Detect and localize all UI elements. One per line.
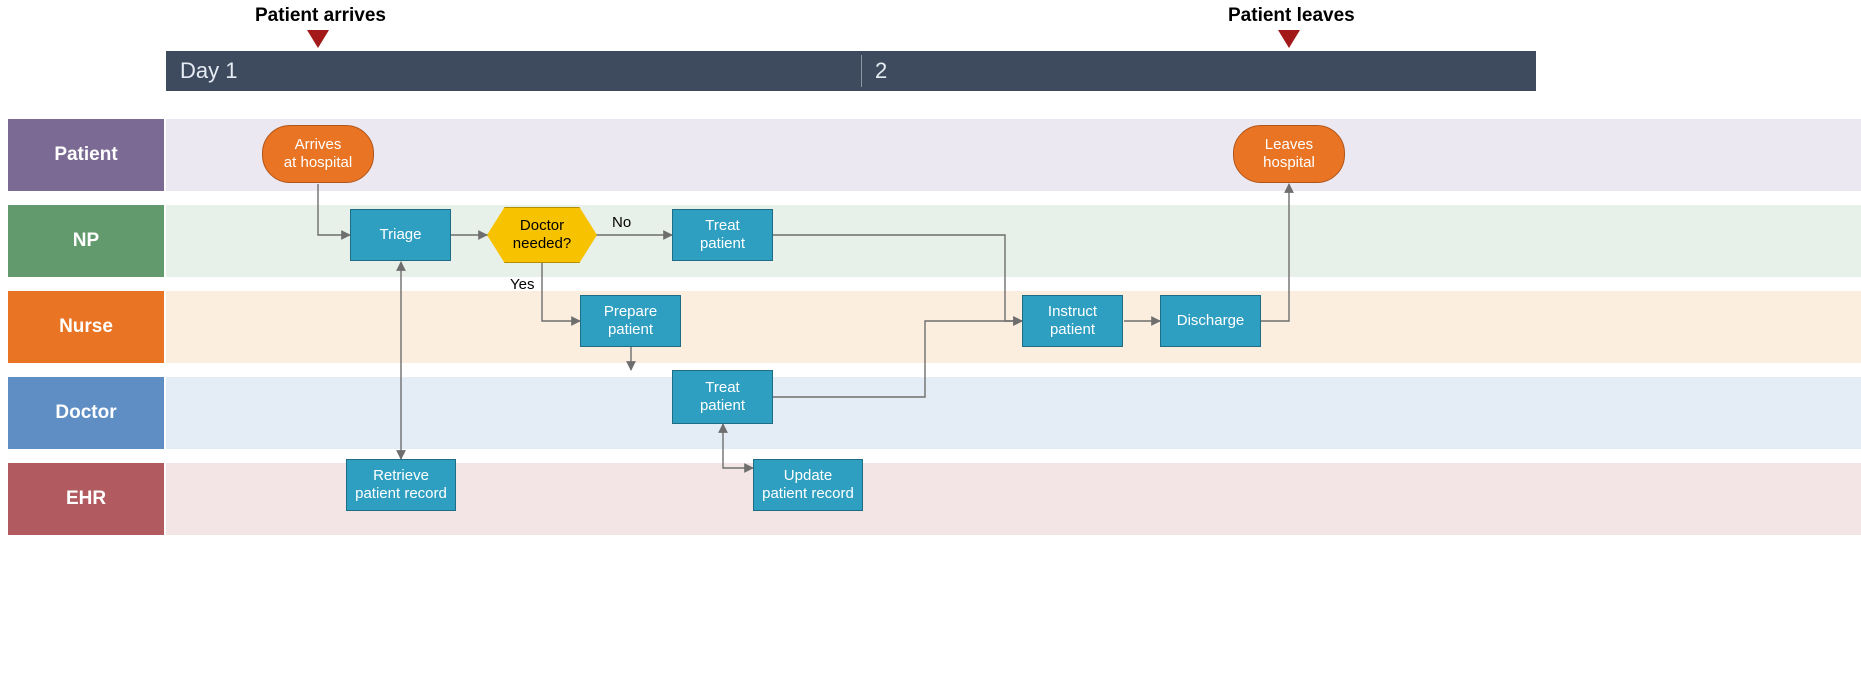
milestone-start-label: Patient arrives [255,5,386,27]
milestone-start-icon [307,30,329,48]
node-np-treat: Treatpatient [672,209,773,261]
flow-diagram: Patient arrives Patient leaves Day 1 2 P… [0,0,1861,673]
node-update: Updatepatient record [753,459,863,511]
lane-label-doctor: Doctor [8,377,164,449]
milestone-end-label: Patient leaves [1228,5,1355,27]
lane-strip-patient [166,119,1861,191]
node-prepare: Preparepatient [580,295,681,347]
node-discharge: Discharge [1160,295,1261,347]
node-retrieve: Retrievepatient record [346,459,456,511]
node-doctor-treat: Treatpatient [672,370,773,424]
lane-label-np: NP [8,205,164,277]
timeline-bar: Day 1 2 [166,51,1536,91]
lane-label-ehr: EHR [8,463,164,535]
lane-label-nurse: Nurse [8,291,164,363]
node-leaves: Leaveshospital [1233,125,1345,183]
node-instruct: Instructpatient [1022,295,1123,347]
node-decision-doctor: Doctorneeded? [487,207,597,263]
lane-strip-nurse [166,291,1861,363]
lane-label-patient: Patient [8,119,164,191]
timeline-seg-1: Day 1 [180,58,237,84]
lane-strip-doctor [166,377,1861,449]
milestone-end-icon [1278,30,1300,48]
edge-label-yes: Yes [510,276,534,293]
node-arrives: Arrivesat hospital [262,125,374,183]
timeline-seg-2: 2 [875,58,887,84]
edge-label-no: No [612,214,631,231]
node-triage: Triage [350,209,451,261]
